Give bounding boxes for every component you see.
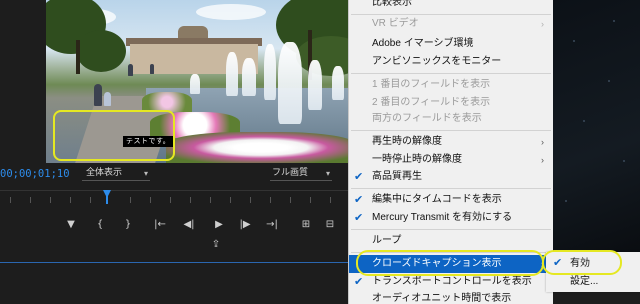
caption-highlight-annotation bbox=[53, 110, 175, 161]
checkmark-icon: ✔ bbox=[354, 171, 364, 183]
menu-item-immersive-env[interactable]: Adobe イマーシブ環境 bbox=[349, 35, 554, 53]
checkmark-icon: ✔ bbox=[354, 194, 364, 206]
go-to-in-icon[interactable]: |← bbox=[152, 218, 168, 232]
menu-item-paused-resolution[interactable]: 一時停止時の解像度 › bbox=[349, 151, 554, 169]
menu-item-show-timecode[interactable]: ✔ 編集中にタイムコードを表示 bbox=[349, 191, 554, 209]
playback-resolution-select[interactable]: フル画質 ▾ bbox=[270, 166, 332, 181]
menu-item-compare-view[interactable]: 比較表示 bbox=[349, 0, 554, 12]
submenu-highlight-annotation bbox=[542, 250, 622, 275]
background-panel bbox=[553, 0, 640, 252]
zoom-level-select[interactable]: 全体表示 ▾ bbox=[82, 166, 150, 181]
menu-item-playback-resolution[interactable]: 再生時の解像度 › bbox=[349, 133, 554, 151]
checkmark-icon: ✔ bbox=[354, 212, 364, 224]
out-point-icon[interactable]: } bbox=[122, 218, 134, 232]
timecode-display[interactable]: 00;00;01;10 bbox=[0, 168, 70, 180]
panel-divider bbox=[0, 262, 350, 263]
menu-item-mercury-transmit[interactable]: ✔ Mercury Transmit を有効にする bbox=[349, 209, 554, 227]
menu-item-high-quality-playback[interactable]: ✔ 高品質再生 bbox=[349, 168, 554, 186]
chevron-right-icon: › bbox=[541, 137, 544, 147]
chevron-down-icon: ▾ bbox=[325, 169, 330, 178]
export-frame-icon[interactable]: ⇪ bbox=[208, 238, 224, 252]
resolution-label: フル画質 bbox=[272, 168, 309, 178]
menu-item-vr-video[interactable]: VR ビデオ › bbox=[349, 15, 554, 33]
menu-item-ambisonics-monitor[interactable]: アンビソニックスをモニター bbox=[349, 53, 554, 71]
zoom-level-label: 全体表示 bbox=[86, 168, 123, 178]
submenu-item-settings[interactable]: 設定... bbox=[546, 273, 640, 290]
play-icon[interactable]: ▶ bbox=[212, 218, 226, 232]
time-ruler[interactable] bbox=[0, 190, 350, 204]
insert-icon[interactable]: ⊞ bbox=[298, 218, 314, 232]
step-back-icon[interactable]: ◀| bbox=[182, 218, 196, 232]
menu-item-audio-units[interactable]: オーディオユニット時間で表示 bbox=[349, 290, 554, 304]
chevron-right-icon: › bbox=[541, 155, 544, 165]
checkmark-icon: ✔ bbox=[354, 276, 364, 288]
marker-icon[interactable]: ▼ bbox=[64, 218, 78, 232]
chevron-down-icon: ▾ bbox=[143, 169, 148, 178]
chevron-right-icon: › bbox=[541, 19, 544, 29]
overwrite-icon[interactable]: ⊟ bbox=[322, 218, 338, 232]
menu-item-first-field[interactable]: 1 番目のフィールドを表示 bbox=[349, 76, 554, 94]
menu-highlight-annotation bbox=[356, 250, 544, 276]
menu-item-both-fields[interactable]: 両方のフィールドを表示 bbox=[349, 110, 554, 128]
menu-item-loop[interactable]: ループ bbox=[349, 232, 554, 250]
go-to-out-icon[interactable]: →| bbox=[264, 218, 280, 232]
in-point-icon[interactable]: { bbox=[94, 218, 106, 232]
step-forward-icon[interactable]: |▶ bbox=[238, 218, 252, 232]
playhead-line bbox=[106, 196, 108, 204]
